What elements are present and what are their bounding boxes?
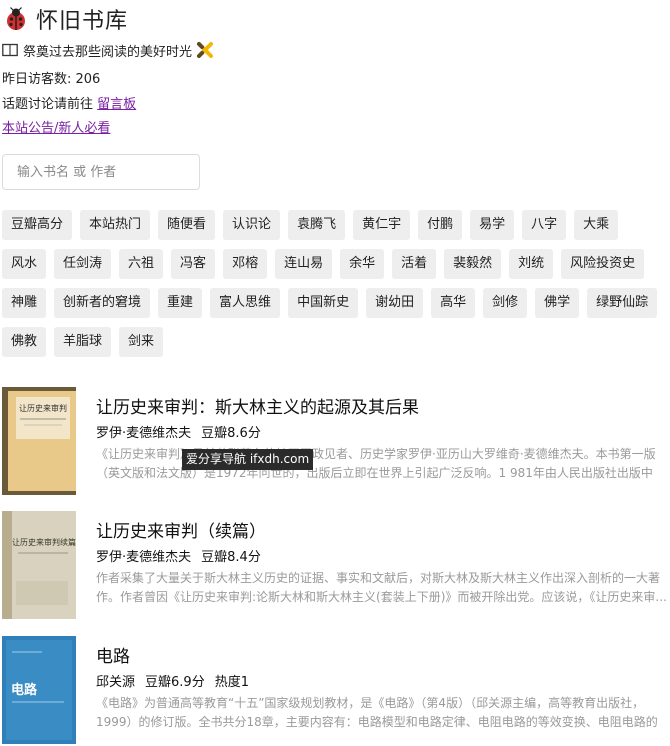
tag-button[interactable]: 风水 [2,249,47,279]
search-box [2,154,200,190]
discussion-prefix: 话题讨论请前往 [2,97,94,112]
book-author: 邱关源 [96,675,136,690]
tag-button[interactable]: 六祖 [119,249,164,279]
tag-button[interactable]: 神雕 [2,288,47,318]
cover-title: 让历史来审判 [19,403,67,413]
tag-button[interactable]: 本站热门 [80,210,151,240]
tag-button[interactable]: 创新者的窘境 [54,288,151,318]
book-meta: 邱关源 豆瓣6.9分 热度1 [96,671,259,690]
tag-button[interactable]: 剑来 [119,327,164,357]
book-description: 作者采集了大量关于斯大林主义历史的证据、事实和文献后，对斯大林及斯大林主义作出深… [96,571,667,604]
tag-button[interactable]: 易学 [470,210,515,240]
discussion-line: 话题讨论请前往 留言板 [2,93,136,112]
cover-title: 电路 [11,682,38,698]
tag-button[interactable]: 八字 [522,210,567,240]
book-rating: 豆瓣6.9分 [145,675,205,690]
tag-button[interactable]: 活着 [392,249,437,279]
tag-button[interactable]: 羊脂球 [54,327,112,357]
tag-button[interactable]: 连山易 [275,249,333,279]
book-author: 罗伊·麦德维杰夫 [96,550,192,565]
book-title[interactable]: 让历史来审判（续篇） [96,517,266,542]
tag-cloud: 豆瓣高分 本站热门 随便看 认识论 袁腾飞 黄仁宇 付鹏 易学 八字 大乘风水 任剑涛 六祖 冯客 邓榕连… [2,210,670,366]
open-book-icon [2,43,18,57]
tag-button[interactable]: 认识论 [223,210,281,240]
book-cover[interactable]: 让历史来审判 [2,387,76,495]
tag-button[interactable]: 邓榕 [223,249,268,279]
header: 怀旧书库 [4,4,128,34]
book-item[interactable]: 让历史来审判 让历史来审判：斯大林主义的起源及其后果 罗伊·麦德维杰夫 豆瓣8.6… [0,387,670,497]
book-rating: 豆瓣8.6分 [201,426,261,441]
tag-button[interactable]: 佛学 [535,288,580,318]
book-meta: 罗伊·麦德维杰夫 豆瓣8.6分 [96,422,271,441]
tag-button[interactable]: 刘统 [509,249,554,279]
site-title: 怀旧书库 [36,9,129,34]
search-input[interactable] [3,155,199,189]
tag-button[interactable]: 高华 [431,288,476,318]
tag-button[interactable]: 黄仁宇 [353,210,411,240]
ladybug-icon [4,7,28,31]
slogan-row: 祭奠过去那些阅读的美好时光 [2,40,214,60]
visitors-count: 昨日访客数: 206 [2,72,101,87]
book-cover[interactable]: 电路 [2,636,76,744]
tag-button[interactable]: 余华 [340,249,385,279]
book-item[interactable]: 电路 电路 邱关源 豆瓣6.9分 热度1 《电路》为普通高等教育“十五”国家级规划教… [0,636,670,746]
tag-button[interactable]: 裴毅然 [444,249,502,279]
tag-button[interactable]: 袁腾飞 [288,210,346,240]
book-heat: 热度1 [214,675,249,690]
book-title[interactable]: 电路 [96,642,130,667]
book-title[interactable]: 让历史来审判：斯大林主义的起源及其后果 [96,393,419,418]
tag-button[interactable]: 中国新史 [288,288,359,318]
slogan-text: 祭奠过去那些阅读的美好时光 [23,44,193,60]
guestbook-link[interactable]: 留言板 [97,97,136,112]
book-description: 《电路》为普通高等教育“十五”国家级规划教材，是《电路》（第4版）（邱关源主编，… [96,696,658,729]
book-cover[interactable]: 让历史来审判续篇 [2,511,76,619]
tag-button[interactable]: 富人思维 [210,288,281,318]
watermark-overlay: 爱分享导航 ifxdh.com [182,449,314,470]
pencil-icon [196,41,214,59]
tag-button[interactable]: 任剑涛 [54,249,112,279]
page: 怀旧书库 祭奠过去那些阅读的美好时光 昨日访客数: 206 话题讨论请前往 留言… [0,0,670,746]
tag-button[interactable]: 绿野仙踪 [587,288,658,318]
notice-link[interactable]: 本站公告/新人必看 [2,121,110,136]
tag-button[interactable]: 随便看 [158,210,216,240]
book-meta: 罗伊·麦德维杰夫 豆瓣8.4分 [96,546,271,565]
cover-title: 让历史来审判续篇 [12,537,76,547]
tag-button[interactable]: 冯客 [171,249,216,279]
tag-button[interactable]: 付鹏 [418,210,463,240]
tag-button[interactable]: 风险投资史 [561,249,645,279]
tag-button[interactable]: 豆瓣高分 [2,210,73,240]
tag-button[interactable]: 谢幼田 [366,288,424,318]
tag-button[interactable]: 剑修 [483,288,528,318]
notice-line: 本站公告/新人必看 [2,117,110,136]
book-item[interactable]: 让历史来审判续篇 让历史来审判（续篇） 罗伊·麦德维杰夫 豆瓣8.4分 作者采集了… [0,511,670,621]
tag-button[interactable]: 佛教 [2,327,47,357]
tag-button[interactable]: 重建 [158,288,203,318]
tag-button[interactable]: 大乘 [574,210,619,240]
book-rating: 豆瓣8.4分 [201,550,261,565]
book-author: 罗伊·麦德维杰夫 [96,426,192,441]
